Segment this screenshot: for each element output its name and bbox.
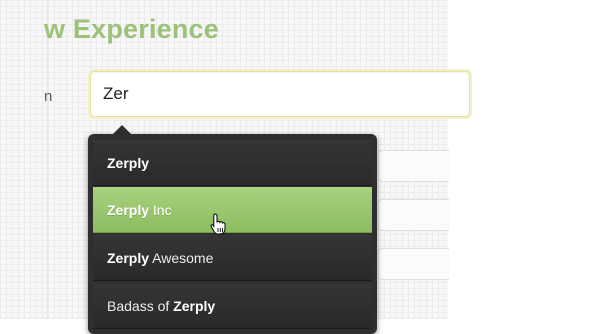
suggestion-item[interactable]: Zerply (93, 140, 372, 186)
match-text: Zerply (107, 155, 150, 171)
form-field-behind[interactable] (378, 150, 449, 182)
match-text: Zerply (107, 202, 150, 218)
suggestion-item-active[interactable]: Zerply Inc (93, 187, 372, 233)
field-label: n (44, 88, 53, 105)
company-search-input[interactable] (90, 71, 470, 117)
suggestion-item[interactable]: Badass of Zerply (93, 283, 372, 329)
hand-pointer-icon (210, 213, 226, 235)
page-margin (448, 0, 609, 319)
page-title: w Experience (44, 14, 219, 44)
suggestion-item[interactable]: Zerply Awesome (93, 235, 372, 281)
panel-divider (47, 0, 48, 319)
match-text: Zerply (107, 250, 150, 266)
form-field-behind[interactable] (378, 199, 449, 231)
match-text: Zerply (173, 298, 216, 314)
form-field-behind[interactable] (378, 248, 449, 280)
autocomplete-dropdown: Zerply Zerply Inc Zerply Awesome Badass … (88, 134, 377, 334)
